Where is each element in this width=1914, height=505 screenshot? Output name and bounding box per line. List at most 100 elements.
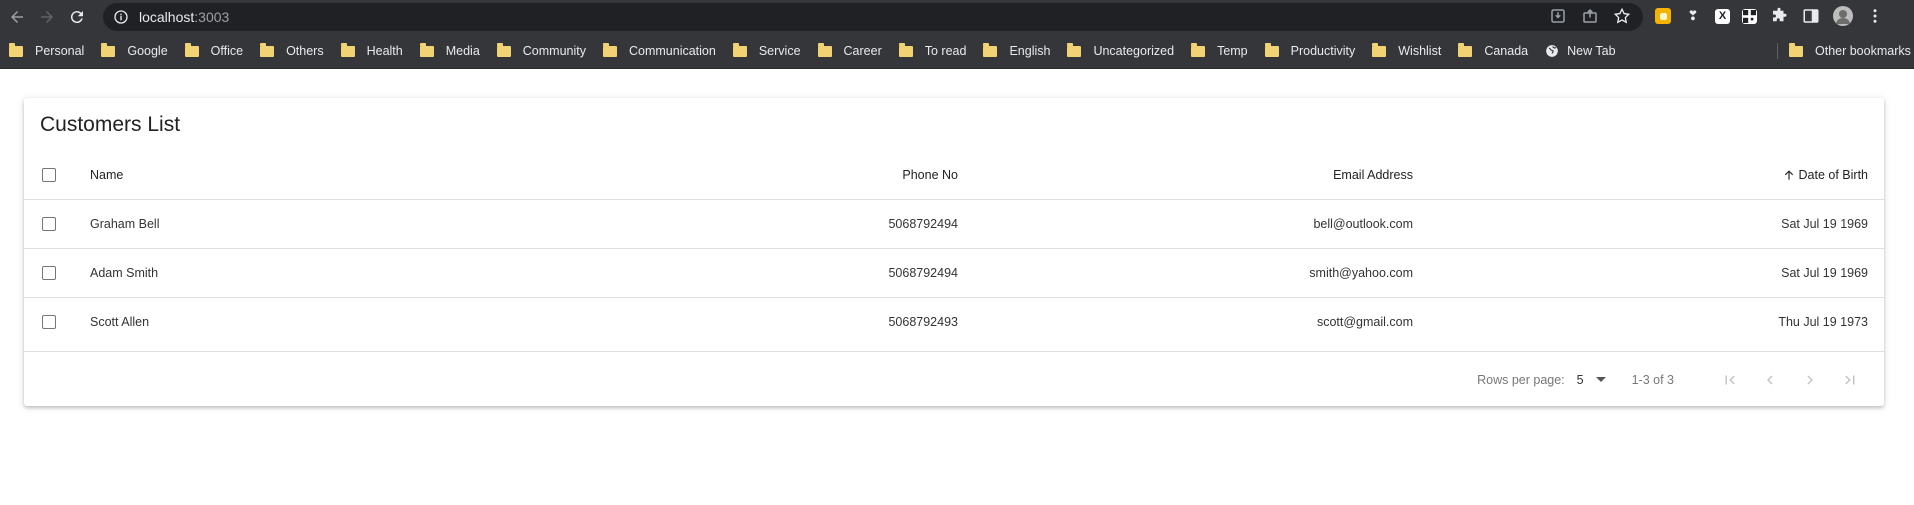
bookmark-label: Community [522,44,586,58]
folder-icon [983,42,998,57]
address-bar[interactable]: localhost:3003 [103,3,1643,31]
profile-avatar[interactable] [1833,6,1853,26]
previous-page-button[interactable] [1750,360,1790,400]
bookmark-label: Google [127,44,168,58]
folder-icon [732,42,747,57]
folder-icon [817,42,832,57]
share-icon[interactable] [1581,7,1599,25]
page-title: Customers List [40,113,181,136]
install-app-icon[interactable] [1549,7,1567,25]
table-pagination: Rows per page: 5 1-3 of 3 [24,351,1884,407]
folder-icon [1067,42,1082,57]
rows-per-page-value: 5 [1576,372,1584,387]
bookmark-folder[interactable]: Community [496,42,586,58]
back-button[interactable] [2,2,32,32]
row-checkbox[interactable] [42,315,56,330]
dropdown-caret-icon [1595,377,1606,382]
next-page-button[interactable] [1790,360,1830,400]
bookmark-folder[interactable]: Career [817,42,882,58]
rows-per-page-select[interactable]: 5 [1577,373,1606,387]
bookmark-label: Others [286,44,324,58]
last-page-button[interactable] [1830,360,1870,400]
globe-icon [1546,45,1558,57]
last-page-icon [1845,375,1855,384]
bookmark-label: Career [843,44,882,58]
row-checkbox[interactable] [42,266,56,281]
bookmark-folder[interactable]: Others [260,42,324,58]
url-port: :3003 [194,9,230,25]
forward-arrow-icon [41,11,53,23]
url-host: localhost [139,9,195,25]
extension-x-icon[interactable]: X [1715,8,1730,24]
folder-icon [1264,42,1279,57]
reload-icon [70,11,83,24]
bookmark-new-tab[interactable]: New Tab [1545,44,1616,58]
folder-icon [184,42,199,57]
bookmark-folder[interactable]: Temp [1191,42,1248,58]
folder-icon [1789,42,1803,57]
column-header-dob[interactable]: Date of Birth [1413,151,1884,200]
bookmark-folder[interactable]: Media [419,42,480,58]
select-all-cell [24,151,90,200]
row-select-cell [24,249,90,298]
cell-email: scott@gmail.com [1316,315,1413,329]
kebab-menu-icon [1873,9,1877,23]
bookmark-label: Productivity [1290,44,1356,58]
bookmark-folder[interactable]: Office [184,42,243,58]
folder-icon [419,42,434,57]
bookmark-folder[interactable]: Canada [1458,42,1528,58]
bookmark-folder[interactable]: Wishlist [1372,42,1442,58]
bookmark-folder[interactable]: Health [340,42,403,58]
bookmark-folder[interactable]: To read [898,42,966,58]
row-select-cell [24,200,90,249]
bookmark-label: Health [366,44,403,58]
bookmark-folder[interactable]: Communication [603,42,716,58]
first-page-button[interactable] [1710,360,1750,400]
folder-icon [1458,42,1473,57]
chevron-left-icon [1767,375,1773,384]
folder-icon [9,42,23,57]
folder-icon [260,42,275,57]
sort-ascending-icon[interactable] [1782,168,1796,182]
puzzle-icon [1773,7,1787,22]
column-dob-label: Date of Birth [1798,167,1868,182]
other-bookmarks[interactable]: Other bookmarks [1789,34,1911,68]
bookmark-folder[interactable]: Service [732,42,801,58]
bookmark-folder[interactable]: English [983,42,1051,58]
table-row[interactable]: Adam Smith 5068792494 smith@yahoo.com Sa… [24,248,1884,298]
browser-toolbar: localhost:3003 ❣ X [0,0,1914,34]
extension-puzzle-person-icon[interactable]: ❣ [1683,6,1703,26]
folder-icon [101,42,116,57]
extension-qr-icon[interactable] [1742,8,1757,24]
browser-menu-icon[interactable] [1865,6,1885,26]
reload-button[interactable] [62,2,92,32]
cell-name: Graham Bell [90,217,160,231]
side-panel-glyph-icon [1803,9,1819,23]
bookmark-folder[interactable]: Personal [9,42,84,58]
column-header-email[interactable]: Email Address [958,151,1413,200]
site-info-icon[interactable] [113,9,129,25]
row-checkbox[interactable] [42,217,56,232]
extensions-area: ❣ X [1655,6,1885,26]
side-panel-icon[interactable] [1801,6,1821,26]
column-header-name[interactable]: Name [90,151,698,200]
bookmark-label: Temp [1217,44,1248,58]
bookmark-folder[interactable]: Productivity [1264,42,1356,58]
bookmark-label: New Tab [1567,44,1616,58]
cell-email: smith@yahoo.com [1309,266,1413,280]
bookmark-folder[interactable]: Google [101,42,168,58]
bookmark-label: Communication [629,44,716,58]
bookmark-label: English [1009,44,1051,58]
column-phone-label: Phone No [902,168,958,182]
table-row[interactable]: Graham Bell 5068792494 bell@outlook.com … [24,199,1884,249]
extension-yellow-icon[interactable] [1655,8,1671,24]
qr-code-icon [1743,9,1756,23]
forward-button[interactable] [32,2,62,32]
bookmark-folder[interactable]: Uncategorized [1067,42,1174,58]
column-header-phone[interactable]: Phone No [698,151,958,200]
table-row[interactable]: Scott Allen 5068792493 scott@gmail.com T… [24,297,1884,347]
extensions-puzzle-icon[interactable] [1769,6,1789,26]
bookmark-star-icon[interactable] [1613,7,1631,25]
select-all-checkbox[interactable] [42,168,56,183]
bookmark-label: Wishlist [1398,44,1442,58]
